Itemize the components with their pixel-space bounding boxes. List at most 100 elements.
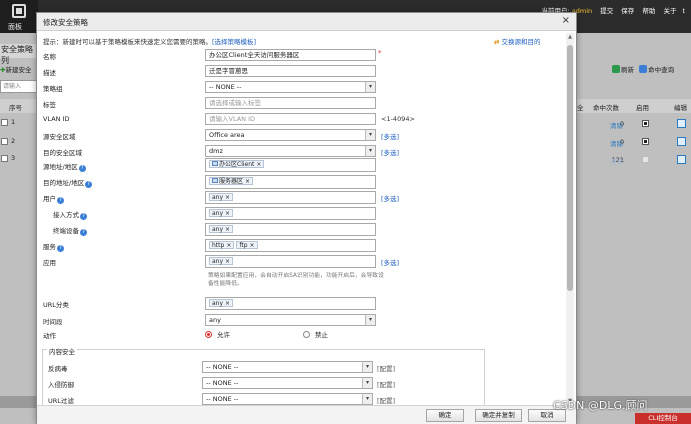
antivirus-config-link[interactable]: [配置] — [377, 363, 395, 373]
clear-link[interactable]: 清除 — [610, 138, 623, 148]
access-mode-tag-label: any — [212, 210, 224, 217]
action-allow-label: 允许 — [217, 331, 230, 339]
help-icon[interactable]: ? — [57, 245, 64, 252]
src-addr-label: 源地址/地区? — [43, 161, 86, 172]
row-index: 3 — [11, 154, 16, 162]
table-row[interactable]: 1 — [0, 114, 40, 132]
required-marker: * — [378, 49, 382, 57]
remove-tag-icon[interactable]: × — [225, 194, 230, 201]
remove-tag-icon[interactable]: × — [225, 300, 230, 307]
action-allow-radio[interactable]: 允许 — [205, 329, 230, 339]
policy-search-input[interactable]: 请输入 — [0, 80, 38, 93]
terminal-input[interactable]: any × — [205, 223, 376, 236]
service-tag: http × — [209, 241, 235, 249]
application-multi-link[interactable]: [多选] — [381, 257, 399, 267]
remove-tag-icon[interactable]: × — [225, 226, 230, 233]
dst-zone-multi-link[interactable]: [多选] — [381, 147, 399, 157]
ok-button[interactable]: 确定 — [426, 409, 464, 422]
edit-icon[interactable] — [677, 155, 686, 164]
ips-config-link[interactable]: [配置] — [377, 379, 395, 389]
enabled-checkbox[interactable] — [642, 156, 649, 163]
new-policy-button[interactable]: ✚新建安全 — [0, 64, 31, 74]
user-multi-link[interactable]: [多选] — [381, 193, 399, 203]
help-link[interactable]: 帮助 — [642, 7, 655, 15]
enabled-checkbox[interactable] — [642, 138, 649, 145]
service-label-text: 服务 — [43, 243, 56, 251]
index-header: 序号 — [9, 104, 22, 112]
help-icon[interactable]: ? — [80, 213, 87, 220]
edit-icon[interactable] — [677, 137, 686, 146]
help-icon[interactable]: ? — [57, 197, 64, 204]
dashboard-tab[interactable]: 面板 — [0, 0, 38, 33]
close-icon[interactable]: × — [562, 15, 570, 26]
service-tag-label: http — [212, 242, 225, 249]
enabled-checkbox[interactable] — [642, 120, 649, 127]
clear-link[interactable]: 清除 — [610, 156, 623, 166]
radio-empty-icon — [303, 331, 310, 338]
application-hint: 策略如果配置应用，会自动开启SA识别功能，功能开启后，会导致设备性能降低。 — [208, 273, 384, 287]
src-zone-label: 源安全区域 — [43, 133, 76, 141]
url-category-input[interactable]: any × — [205, 297, 376, 310]
help-icon[interactable]: ? — [80, 229, 87, 236]
right-toolbar: 刷新 命中查询 — [612, 64, 674, 74]
name-input[interactable]: 办公区Client全天访问服务器区 — [205, 49, 376, 61]
dialog-footer: 确定 确定并复制 取消 — [37, 405, 576, 424]
row-checkbox[interactable] — [1, 155, 8, 162]
dst-zone-select[interactable]: dmz — [205, 145, 376, 157]
swap-icon: ⇄ — [494, 38, 500, 46]
table-row: 121 清除 — [576, 152, 691, 170]
remove-tag-icon[interactable]: × — [226, 242, 231, 249]
tag-input[interactable]: 请选择或输入标签 — [205, 97, 376, 109]
remove-tag-icon[interactable]: × — [225, 258, 230, 265]
application-input[interactable]: any × — [205, 255, 376, 268]
row-checkbox[interactable] — [1, 138, 8, 145]
ok-and-copy-button[interactable]: 确定并复制 — [475, 409, 522, 422]
select-template-link[interactable]: [选择策略模板] — [212, 38, 256, 46]
url-filter-config-link[interactable]: [配置] — [377, 395, 395, 405]
swap-src-dst-link[interactable]: ⇄ 交换源和目的 — [494, 36, 541, 46]
table-row[interactable]: 3 — [0, 150, 40, 168]
src-addr-tag-label: 办公区Client — [219, 161, 255, 168]
scroll-up-icon[interactable]: ▲ — [567, 34, 573, 40]
refresh-button[interactable]: 刷新 — [612, 65, 634, 74]
service-input[interactable]: http × ftp × — [205, 239, 376, 252]
remove-tag-icon[interactable]: × — [250, 242, 255, 249]
url-tag: any × — [209, 299, 234, 307]
schedule-select[interactable]: any — [205, 314, 376, 326]
clear-link[interactable]: 清除 — [610, 120, 623, 130]
src-addr-label-text: 源地址/地区 — [43, 163, 78, 171]
remove-tag-icon[interactable]: × — [225, 210, 230, 217]
policy-group-select[interactable]: -- NONE -- — [205, 81, 376, 93]
action-deny-radio[interactable]: 禁止 — [303, 329, 328, 339]
url-filter-select[interactable]: -- NONE -- — [202, 393, 373, 405]
description-input[interactable]: 迁是字冒蒽思 — [205, 65, 376, 77]
vlan-input[interactable]: 请输入VLAN ID — [205, 113, 376, 125]
remove-tag-icon[interactable]: × — [256, 161, 261, 168]
save-link[interactable]: 保存 — [621, 7, 634, 15]
content-security-legend: 内容安全 — [47, 346, 77, 356]
table-row[interactable]: 2 — [0, 133, 40, 151]
access-mode-input[interactable]: any × — [205, 207, 376, 220]
about-link[interactable]: 关于 — [663, 7, 676, 15]
antivirus-select[interactable]: -- NONE -- — [202, 361, 373, 373]
row-checkbox[interactable] — [1, 119, 8, 126]
ips-select[interactable]: -- NONE -- — [202, 377, 373, 389]
schedule-label: 时间段 — [43, 318, 63, 326]
submit-link[interactable]: 提交 — [600, 7, 613, 15]
remove-tag-icon[interactable]: × — [245, 178, 250, 185]
help-icon[interactable]: ? — [78, 165, 86, 172]
user-tag-label: any — [212, 194, 224, 201]
src-zone-select[interactable]: Office area — [205, 129, 376, 141]
cli-console-button[interactable]: CLI控制台 — [635, 413, 691, 424]
refresh-icon — [612, 65, 620, 73]
hit-query-button[interactable]: 命中查询 — [639, 65, 674, 74]
dst-addr-input[interactable]: 服务器区 × — [205, 175, 376, 189]
user-input[interactable]: any × — [205, 191, 376, 204]
scrollbar-thumb[interactable] — [567, 45, 573, 291]
description-label: 描述 — [43, 69, 56, 77]
src-addr-input[interactable]: 办公区Client × — [205, 158, 376, 172]
table-header-right: 全 命中次数 启用 编辑 — [576, 99, 691, 113]
help-icon[interactable]: ? — [85, 181, 93, 188]
edit-icon[interactable] — [677, 119, 686, 128]
src-zone-multi-link[interactable]: [多选] — [381, 131, 399, 141]
